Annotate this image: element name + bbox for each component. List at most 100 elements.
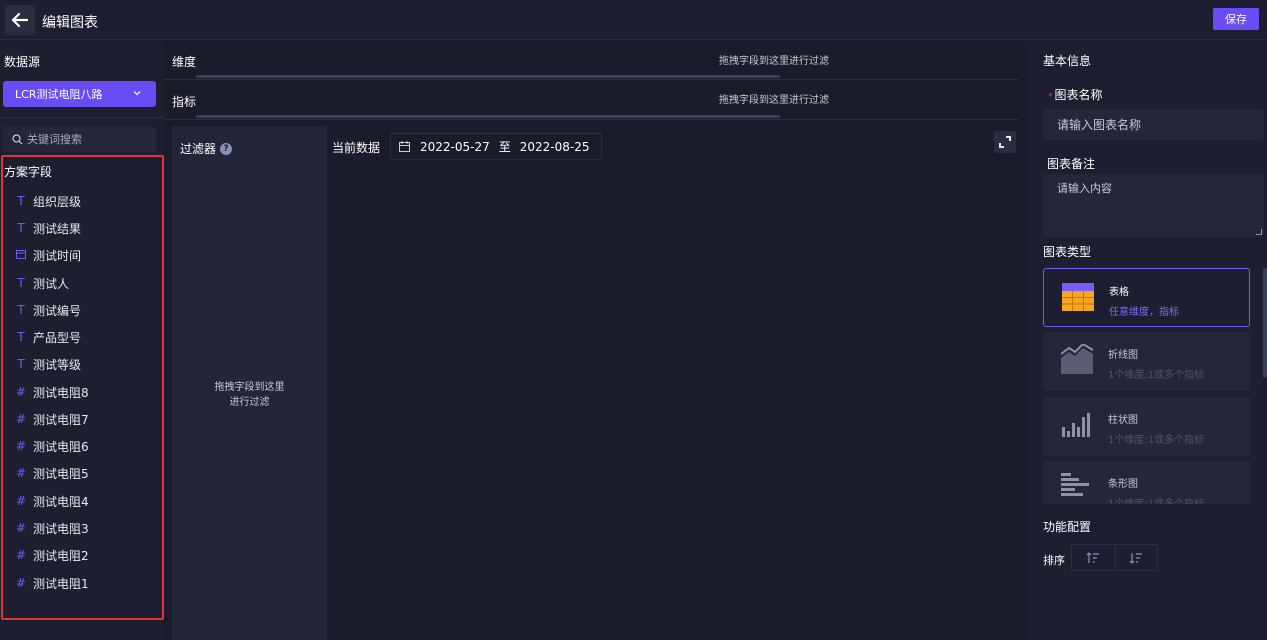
chart-type-scrollbar[interactable] [1263, 268, 1267, 378]
chevron-down-icon [133, 91, 141, 96]
chart-type-horizontal-bar[interactable]: 条形图 1个维度;1或多个指标 [1043, 461, 1250, 504]
field-label: 测试电阻5 [33, 466, 89, 481]
search-input[interactable]: 关键词搜索 [3, 126, 156, 152]
top-bar: 编辑图表 保存 [0, 0, 1267, 40]
date-start[interactable]: 2022-05-27 [420, 140, 490, 154]
field-label: 测试时间 [33, 248, 82, 263]
sort-control [1071, 544, 1158, 571]
help-icon[interactable]: ? [220, 142, 233, 155]
field-item[interactable]: # 测试电阻6 [15, 436, 89, 456]
field-item[interactable]: # 测试电阻7 [15, 409, 89, 429]
table-chart-icon [1062, 283, 1094, 311]
calendar-icon [15, 248, 27, 262]
chart-type-desc: 1个维度;1或多个指标 [1108, 370, 1205, 381]
chart-type-name: 表格 [1109, 287, 1129, 298]
dimension-label: 维度 [172, 55, 197, 69]
number-icon: # [15, 521, 27, 535]
dimension-scrollbar[interactable] [196, 75, 780, 78]
text-icon: T [17, 221, 25, 235]
metric-scrollbar[interactable] [196, 115, 780, 118]
chart-name-label-text: 图表名称 [1054, 88, 1103, 102]
filter-hint-line: 进行过滤 [229, 397, 270, 408]
divider [164, 119, 1019, 120]
field-item[interactable]: # 测试电阻4 [15, 491, 89, 511]
expand-icon [999, 136, 1011, 148]
field-label: 测试电阻6 [33, 439, 89, 454]
number-icon: # [15, 494, 27, 508]
field-item[interactable]: T 产品型号 [15, 327, 81, 347]
chart-name-placeholder: 请输入图表名称 [1057, 118, 1142, 132]
fields-title: 方案字段 [4, 165, 53, 179]
sort-descending-icon [1129, 552, 1143, 564]
field-item[interactable]: 测试时间 [15, 245, 81, 265]
datasource-select[interactable]: LCR测试电阻八路 [3, 81, 156, 107]
chart-type-desc: 任意维度，指标 [1109, 307, 1179, 318]
divider [164, 79, 1019, 80]
chart-type-bar[interactable]: 柱状图 1个维度;1或多个指标 [1043, 397, 1250, 456]
chart-type-name: 条形图 [1108, 479, 1138, 490]
center-panel: 维度 拖拽字段到这里进行过滤 指标 拖拽字段到这里进行过滤 过滤器 ? 拖拽字段… [164, 41, 1026, 640]
left-panel: 数据源 LCR测试电阻八路 关键词搜索 方案字段 T 组织层级 T 测试结果 测试时… [0, 41, 164, 640]
field-item[interactable]: T 组织层级 [15, 191, 81, 211]
chart-type-name: 折线图 [1108, 350, 1138, 361]
chart-type-desc: 1个维度;1或多个指标 [1108, 495, 1204, 504]
field-label: 测试等级 [33, 357, 82, 372]
save-button[interactable]: 保存 [1213, 8, 1259, 30]
field-item[interactable]: T 测试人 [15, 273, 69, 293]
field-label: 测试电阻2 [33, 548, 89, 563]
search-placeholder: 关键词搜索 [27, 133, 82, 146]
field-item[interactable]: # 测试电阻1 [15, 573, 89, 593]
field-item[interactable]: # 测试电阻5 [15, 463, 89, 483]
current-data-label: 当前数据 [332, 141, 381, 155]
datasource-label: 数据源 [4, 55, 41, 69]
filter-title-text: 过滤器 [180, 142, 217, 156]
sort-descending-button[interactable] [1114, 545, 1158, 570]
calendar-icon [399, 141, 410, 152]
number-icon: # [15, 466, 27, 480]
sort-label: 排序 [1043, 554, 1065, 567]
number-icon: # [15, 412, 27, 426]
sort-ascending-button[interactable] [1072, 545, 1115, 570]
resize-handle-icon[interactable] [1256, 229, 1262, 235]
chart-type-table[interactable]: 表格 任意维度，指标 [1043, 268, 1250, 327]
field-label: 产品型号 [33, 330, 82, 345]
field-label: 测试电阻1 [33, 576, 89, 591]
function-config-title: 功能配置 [1043, 520, 1092, 534]
number-icon: # [15, 385, 27, 399]
text-icon: T [17, 276, 25, 290]
text-icon: T [17, 194, 25, 208]
metric-drop-zone[interactable]: 拖拽字段到这里进行过滤 [719, 91, 829, 106]
divider [0, 117, 164, 118]
field-item[interactable]: T 测试等级 [15, 354, 81, 374]
field-label: 测试电阻3 [33, 521, 89, 536]
search-icon [12, 133, 23, 144]
chart-note-label: 图表备注 [1047, 157, 1096, 171]
filter-hint-line: 拖拽字段到这里 [214, 382, 285, 393]
field-item[interactable]: T 测试结果 [15, 218, 81, 238]
field-item[interactable]: # 测试电阻8 [15, 382, 89, 402]
field-item[interactable]: T 测试编号 [15, 300, 81, 320]
chart-name-input[interactable]: 请输入图表名称 [1043, 109, 1264, 140]
dimension-drop-zone[interactable]: 拖拽字段到这里进行过滤 [719, 52, 829, 67]
text-icon: T [17, 357, 25, 371]
text-icon: T [17, 303, 25, 317]
field-item[interactable]: # 测试电阻2 [15, 545, 89, 565]
number-icon: # [15, 439, 27, 453]
chart-type-line[interactable]: 折线图 1个维度;1或多个指标 [1043, 332, 1250, 391]
chart-note-placeholder: 请输入内容 [1057, 182, 1112, 195]
line-chart-icon [1061, 344, 1093, 374]
chart-note-textarea[interactable]: 请输入内容 [1043, 174, 1264, 237]
bar-chart-icon [1062, 413, 1090, 437]
date-range-picker[interactable]: 2022-05-27 至 2022-08-25 [390, 133, 602, 160]
date-end[interactable]: 2022-08-25 [520, 140, 590, 154]
field-item[interactable]: # 测试电阻3 [15, 518, 89, 538]
back-button[interactable] [5, 5, 35, 35]
filter-drop-zone[interactable]: 过滤器 ? 拖拽字段到这里 进行过滤 [172, 126, 327, 640]
number-icon: # [15, 576, 27, 590]
page-title: 编辑图表 [42, 15, 98, 31]
arrow-left-icon [12, 13, 28, 27]
fullscreen-button[interactable] [994, 131, 1016, 153]
chart-type-title: 图表类型 [1043, 245, 1092, 259]
field-label: 测试电阻8 [33, 385, 89, 400]
field-label: 组织层级 [33, 194, 82, 209]
